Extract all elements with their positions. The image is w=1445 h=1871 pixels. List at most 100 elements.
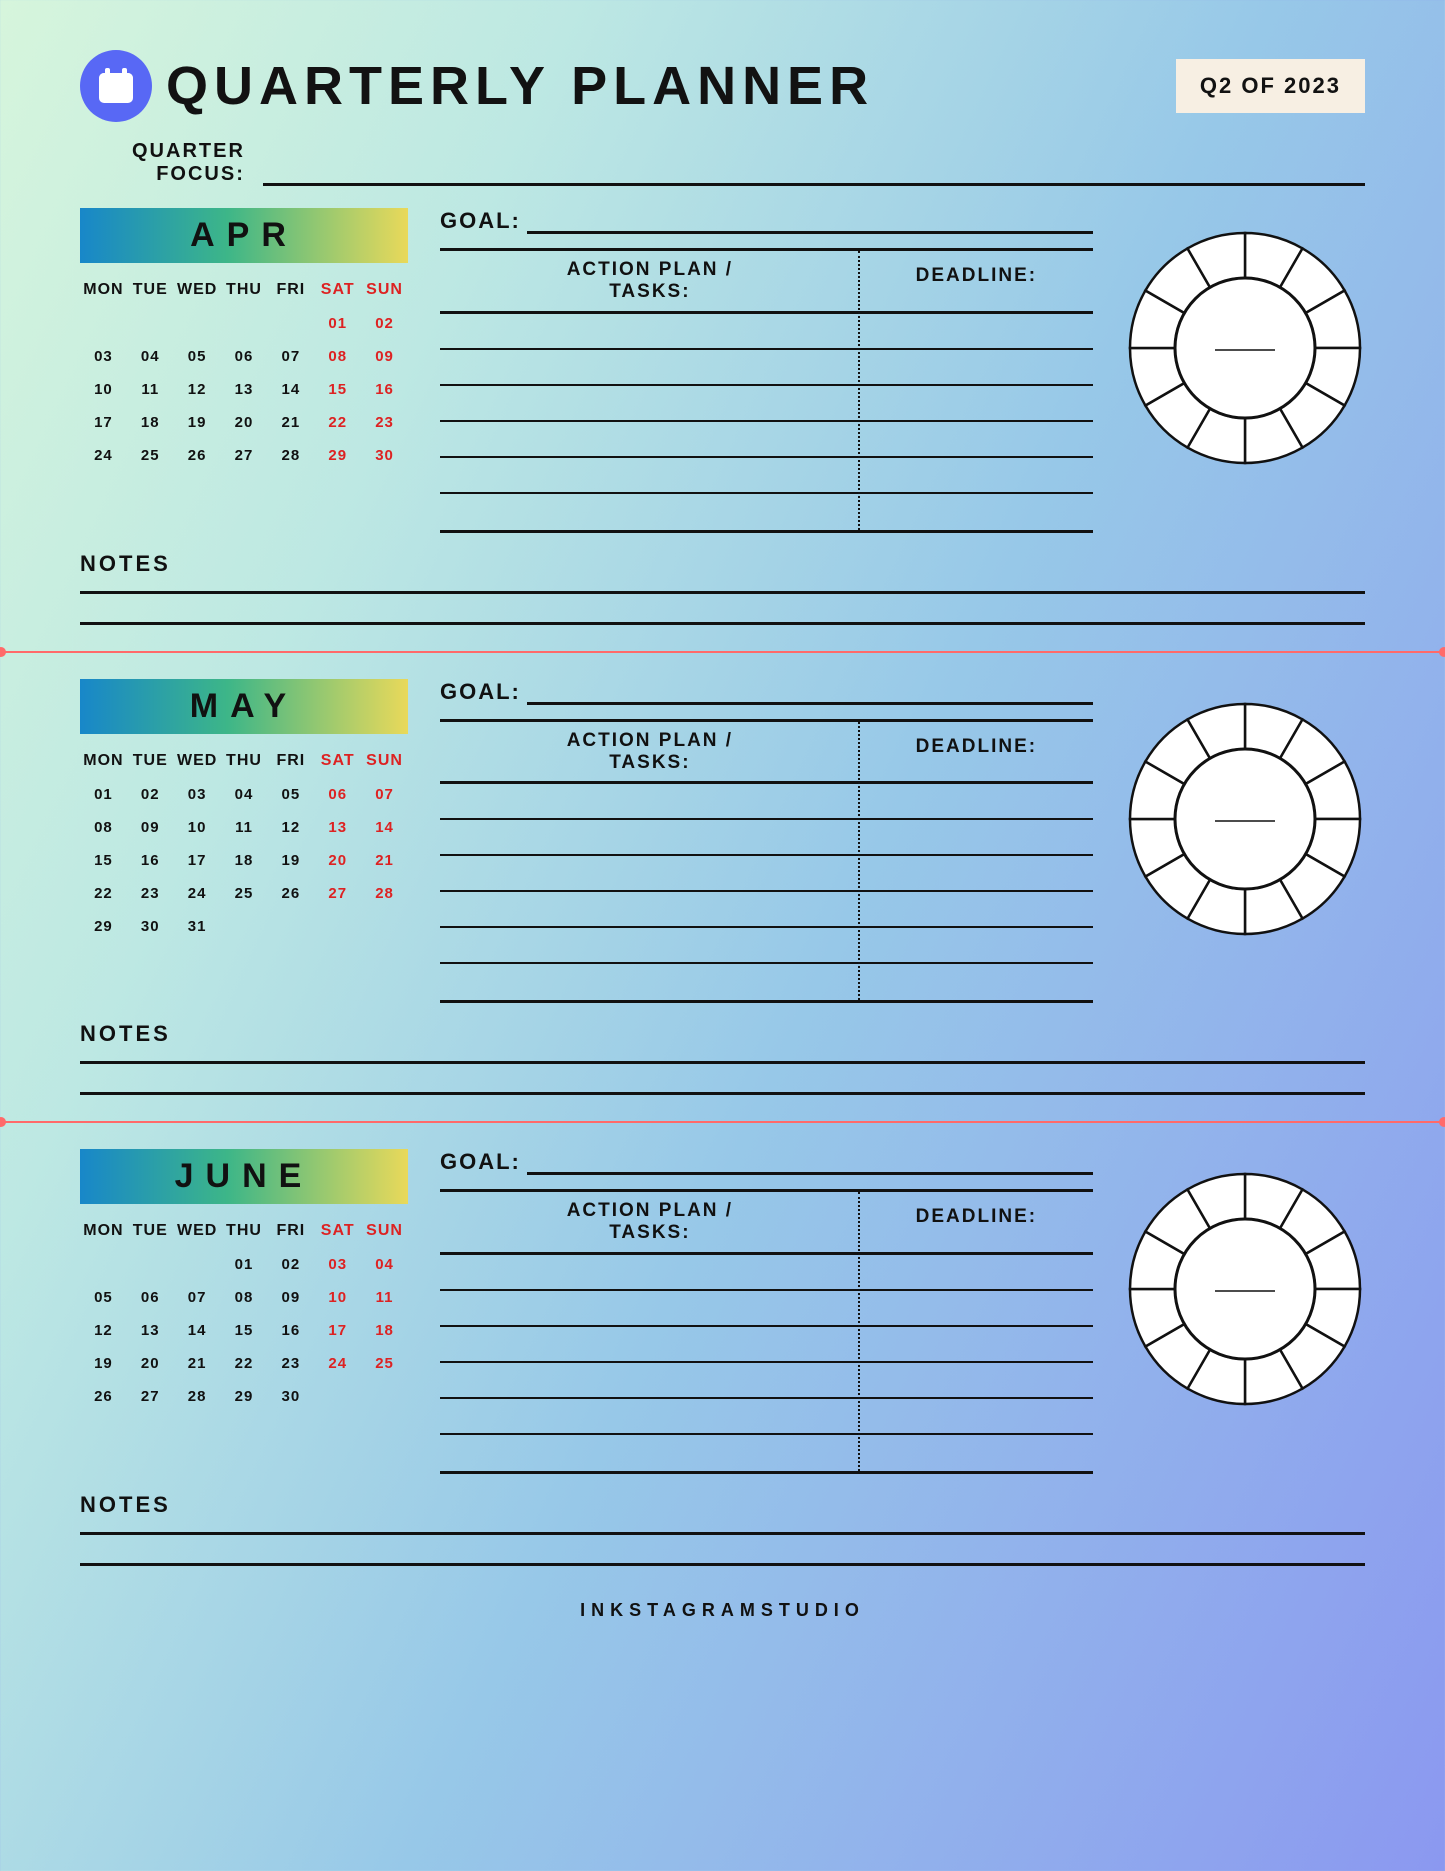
calendar-day: 10 (174, 811, 221, 844)
calendar-day: 04 (127, 340, 174, 373)
calendar-day: 28 (267, 439, 314, 472)
calendar-day: 24 (314, 1347, 361, 1380)
weekday-header: WED (174, 744, 221, 778)
calendar-day: 11 (361, 1281, 408, 1314)
notes-line[interactable] (80, 622, 1365, 625)
calendar-day: 07 (361, 778, 408, 811)
weekday-header: SUN (361, 273, 408, 307)
weekday-header: SAT (314, 744, 361, 778)
weekday-header: SUN (361, 744, 408, 778)
header: QUARTERLY PLANNER Q2 OF 2023 (80, 50, 1365, 122)
calendar-day: 11 (127, 373, 174, 406)
action-plan-header: ACTION PLAN / TASKS: (440, 1192, 860, 1252)
calendar-day: 24 (80, 439, 127, 472)
notes-line[interactable] (80, 591, 1365, 594)
calendar-day: 09 (267, 1281, 314, 1314)
task-row[interactable] (440, 1363, 1093, 1399)
task-row[interactable] (440, 314, 1093, 350)
progress-wheel[interactable] (1125, 228, 1365, 468)
calendar-day: 11 (221, 811, 268, 844)
notes-line[interactable] (80, 1092, 1365, 1095)
notes-label: NOTES (80, 1021, 1365, 1047)
task-row[interactable] (440, 928, 1093, 964)
task-row[interactable] (440, 1291, 1093, 1327)
calendar-day: 03 (80, 340, 127, 373)
weekday-header: WED (174, 1214, 221, 1248)
weekday-header: FRI (267, 273, 314, 307)
calendar-day: 24 (174, 877, 221, 910)
calendar-day: 27 (314, 877, 361, 910)
notes-line[interactable] (80, 1563, 1365, 1566)
column-divider (858, 1192, 860, 1471)
month-name: MAY (80, 679, 408, 734)
task-row[interactable] (440, 1435, 1093, 1471)
goal-input-line[interactable] (527, 1149, 1093, 1175)
calendar-day: 09 (127, 811, 174, 844)
calendar-day: 23 (361, 406, 408, 439)
goal-label: GOAL: (440, 679, 521, 705)
calendar-day: 12 (174, 373, 221, 406)
calendar-day: 15 (221, 1314, 268, 1347)
section-divider (0, 1121, 1445, 1123)
calendar-icon (80, 50, 152, 122)
task-row[interactable] (440, 1327, 1093, 1363)
calendar-day: 06 (314, 778, 361, 811)
task-row[interactable] (440, 964, 1093, 1000)
task-row[interactable] (440, 856, 1093, 892)
calendar-day: 02 (127, 778, 174, 811)
goal-input-line[interactable] (527, 679, 1093, 705)
footer-credit: INKSTAGRAMSTUDIO (80, 1600, 1365, 1621)
progress-wheel[interactable] (1125, 699, 1365, 939)
task-row[interactable] (440, 386, 1093, 422)
calendar-day: 14 (267, 373, 314, 406)
weekday-header: MON (80, 1214, 127, 1248)
calendar-day: 13 (221, 373, 268, 406)
task-row[interactable] (440, 422, 1093, 458)
task-row[interactable] (440, 820, 1093, 856)
task-row[interactable] (440, 350, 1093, 386)
calendar-day: 05 (267, 778, 314, 811)
calendar-day: 03 (314, 1248, 361, 1281)
month-block-apr: APR MONTUEWEDTHUFRISATSUN010203040506070… (80, 208, 1365, 625)
task-row[interactable] (440, 784, 1093, 820)
weekday-header: MON (80, 744, 127, 778)
task-row[interactable] (440, 458, 1093, 494)
calendar-day: 08 (314, 340, 361, 373)
month-name: JUNE (80, 1149, 408, 1204)
notes-label: NOTES (80, 551, 1365, 577)
calendar-day: 15 (314, 373, 361, 406)
notes-line[interactable] (80, 1532, 1365, 1535)
progress-wheel[interactable] (1125, 1169, 1365, 1409)
calendar-day: 20 (221, 406, 268, 439)
calendar-day: 13 (127, 1314, 174, 1347)
calendar-day: 04 (361, 1248, 408, 1281)
calendar-day: 26 (267, 877, 314, 910)
calendar-day: 01 (221, 1248, 268, 1281)
notes-line[interactable] (80, 1061, 1365, 1064)
notes-label: NOTES (80, 1492, 1365, 1518)
calendar-day: 18 (361, 1314, 408, 1347)
focus-input-line[interactable] (263, 158, 1365, 186)
action-table: ACTION PLAN / TASKS: DEADLINE: (440, 1189, 1093, 1474)
calendar-day: 29 (314, 439, 361, 472)
task-row[interactable] (440, 494, 1093, 530)
calendar-day: 16 (361, 373, 408, 406)
calendar-day: 07 (174, 1281, 221, 1314)
calendar-day: 06 (221, 340, 268, 373)
calendar-day: 29 (80, 910, 127, 943)
calendar-day: 23 (267, 1347, 314, 1380)
weekday-header: WED (174, 273, 221, 307)
quarter-focus-row: QUARTER FOCUS: (132, 140, 1365, 186)
month-block-may: MAY MONTUEWEDTHUFRISATSUN010203040506070… (80, 679, 1365, 1096)
task-row[interactable] (440, 1255, 1093, 1291)
calendar-day: 10 (80, 373, 127, 406)
calendar-day: 04 (221, 778, 268, 811)
task-row[interactable] (440, 892, 1093, 928)
quarter-badge: Q2 OF 2023 (1176, 59, 1365, 113)
deadline-header: DEADLINE: (860, 1192, 1093, 1252)
task-row[interactable] (440, 1399, 1093, 1435)
calendar-day: 08 (80, 811, 127, 844)
weekday-header: SAT (314, 273, 361, 307)
goal-input-line[interactable] (527, 208, 1093, 234)
calendar-day: 05 (80, 1281, 127, 1314)
